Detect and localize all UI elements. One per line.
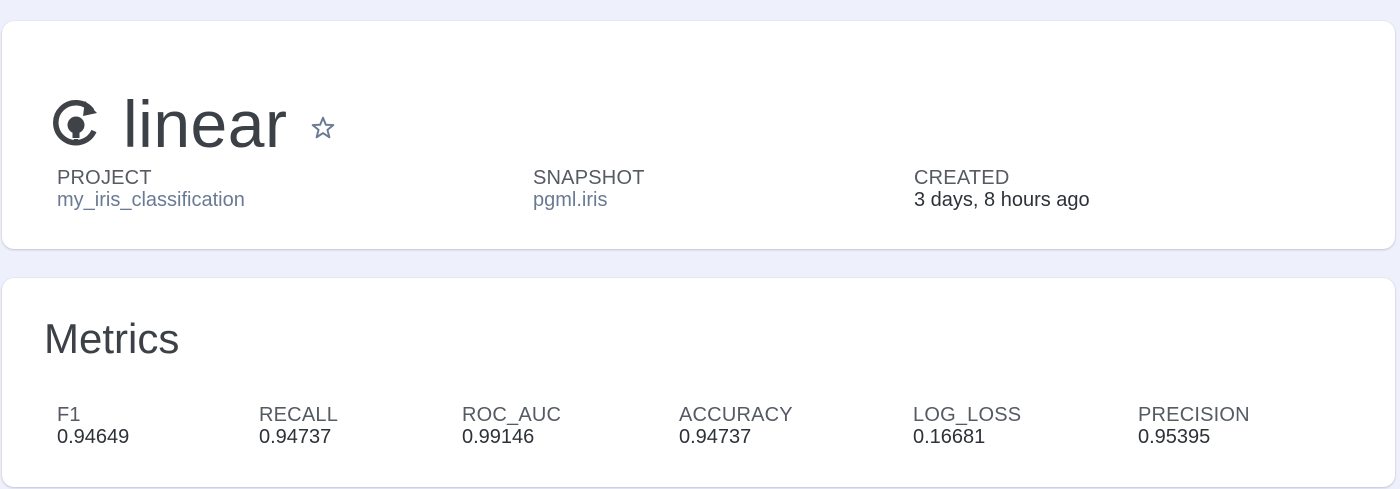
metric-accuracy: ACCURACY 0.94737 [679,404,793,448]
metric-precision: PRECISION 0.95395 [1138,404,1250,448]
metric-value: 0.94737 [259,426,332,448]
metric-f1: F1 0.94649 [57,404,129,448]
metric-label: PRECISION [1138,404,1250,426]
project-label: PROJECT [57,167,152,189]
star-icon[interactable] [309,114,337,142]
metric-value: 0.99146 [462,426,535,448]
metric-label: LOG_LOSS [913,404,1022,426]
model-refresh-lightbulb-icon [47,95,105,153]
created-field: CREATED 3 days, 8 hours ago [914,167,1090,211]
metrics-title: Metrics [44,315,180,362]
metric-value: 0.94649 [57,426,130,448]
metric-value: 0.94737 [679,426,752,448]
model-title-row: linear [47,89,337,159]
snapshot-field: SNAPSHOT pgml.iris [533,167,645,211]
metric-value: 0.16681 [913,426,986,448]
metric-value: 0.95395 [1138,426,1211,448]
snapshot-link[interactable]: pgml.iris [533,189,607,211]
metric-label: ACCURACY [679,404,793,426]
metric-label: F1 [57,404,81,426]
model-name: linear [123,87,288,161]
metric-label: ROC_AUC [462,404,562,426]
metric-label: RECALL [259,404,339,426]
created-value: 3 days, 8 hours ago [914,189,1090,211]
metric-recall: RECALL 0.94737 [259,404,338,448]
created-label: CREATED [914,167,1010,189]
project-link[interactable]: my_iris_classification [57,189,245,211]
model-card: linear PROJECT my_iris_classification SN… [2,21,1395,249]
metrics-card: Metrics F1 0.94649 RECALL 0.94737 ROC_AU… [2,278,1395,487]
project-field: PROJECT my_iris_classification [57,167,245,211]
snapshot-label: SNAPSHOT [533,167,645,189]
metric-roc-auc: ROC_AUC 0.99146 [462,404,561,448]
metric-log-loss: LOG_LOSS 0.16681 [913,404,1021,448]
